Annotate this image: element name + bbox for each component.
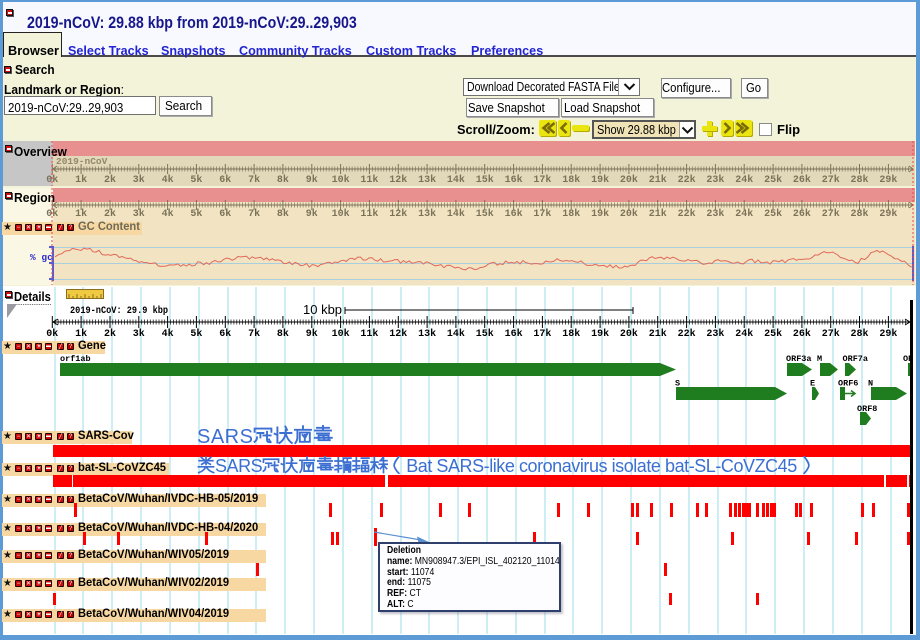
svg-text:3k: 3k <box>133 208 145 220</box>
svg-text:0k: 0k <box>46 328 58 340</box>
svg-text:29k: 29k <box>879 174 897 186</box>
svg-text:16k: 16k <box>505 328 523 340</box>
svg-text:21k: 21k <box>649 328 667 340</box>
svg-text:26k: 26k <box>793 174 811 186</box>
svg-text:29k: 29k <box>879 328 897 340</box>
svg-text:24k: 24k <box>735 208 753 220</box>
svg-text:26k: 26k <box>793 208 811 220</box>
svg-text:23k: 23k <box>706 174 724 186</box>
svg-text:28k: 28k <box>850 328 868 340</box>
svg-text:13k: 13k <box>418 208 436 220</box>
svg-text:29k: 29k <box>879 208 897 220</box>
svg-text:13k: 13k <box>418 174 436 186</box>
svg-text:24k: 24k <box>735 328 753 340</box>
svg-text:2k: 2k <box>104 174 116 186</box>
svg-text:7k: 7k <box>248 328 260 340</box>
svg-text:15k: 15k <box>476 174 494 186</box>
svg-text:9k: 9k <box>306 328 318 340</box>
svg-text:12k: 12k <box>389 174 407 186</box>
svg-text:17k: 17k <box>533 328 551 340</box>
svg-text:OR: OR <box>903 354 914 364</box>
svg-text:ORF7a: ORF7a <box>843 354 869 364</box>
svg-text:9k: 9k <box>306 208 318 220</box>
svg-text:9k: 9k <box>306 174 318 186</box>
svg-text:16k: 16k <box>505 174 523 186</box>
svg-text:5k: 5k <box>190 328 202 340</box>
svg-text:26k: 26k <box>793 328 811 340</box>
svg-text:3k: 3k <box>133 174 145 186</box>
svg-text:19k: 19k <box>591 208 609 220</box>
svg-text:8k: 8k <box>277 328 289 340</box>
svg-text:25k: 25k <box>764 328 782 340</box>
svg-text:18k: 18k <box>562 328 580 340</box>
svg-text:17k: 17k <box>533 208 551 220</box>
svg-text:17k: 17k <box>533 174 551 186</box>
svg-text:20k: 20k <box>620 328 638 340</box>
svg-text:10k: 10k <box>332 174 350 186</box>
svg-text:14k: 14k <box>447 174 465 186</box>
svg-text:1k: 1k <box>75 328 87 340</box>
svg-text:0k: 0k <box>46 174 58 186</box>
svg-text:4k: 4k <box>162 208 174 220</box>
svg-text:20k: 20k <box>620 208 638 220</box>
svg-text:25k: 25k <box>764 174 782 186</box>
svg-text:12k: 12k <box>389 208 407 220</box>
svg-text:19k: 19k <box>591 328 609 340</box>
svg-text:20k: 20k <box>620 174 638 186</box>
svg-text:10k: 10k <box>332 208 350 220</box>
svg-text:2k: 2k <box>104 328 116 340</box>
svg-text:ORF3a: ORF3a <box>786 354 812 364</box>
svg-text:18k: 18k <box>562 174 580 186</box>
svg-text:11k: 11k <box>360 328 378 340</box>
svg-text:25k: 25k <box>764 208 782 220</box>
svg-text:7k: 7k <box>248 174 260 186</box>
svg-text:16k: 16k <box>505 208 523 220</box>
svg-text:13k: 13k <box>418 328 436 340</box>
svg-text:2k: 2k <box>104 208 116 220</box>
svg-text:1k: 1k <box>75 208 87 220</box>
svg-text:27k: 27k <box>822 328 840 340</box>
svg-text:5k: 5k <box>190 174 202 186</box>
svg-text:6k: 6k <box>219 208 231 220</box>
svg-text:22k: 22k <box>678 208 696 220</box>
svg-text:14k: 14k <box>447 208 465 220</box>
svg-text:6k: 6k <box>219 174 231 186</box>
svg-text:14k: 14k <box>447 328 465 340</box>
svg-text:27k: 27k <box>822 174 840 186</box>
svg-text:15k: 15k <box>476 328 494 340</box>
svg-text:12k: 12k <box>389 328 407 340</box>
svg-text:28k: 28k <box>850 208 868 220</box>
svg-text:8k: 8k <box>277 174 289 186</box>
svg-text:27k: 27k <box>822 208 840 220</box>
svg-text:11k: 11k <box>360 208 378 220</box>
svg-text:4k: 4k <box>162 328 174 340</box>
svg-text:M: M <box>817 354 822 364</box>
svg-text:6k: 6k <box>219 328 231 340</box>
svg-text:5k: 5k <box>190 208 202 220</box>
svg-text:18k: 18k <box>562 208 580 220</box>
svg-text:15k: 15k <box>476 208 494 220</box>
svg-text:1k: 1k <box>75 174 87 186</box>
svg-text:orf1ab: orf1ab <box>60 354 91 364</box>
svg-text:11k: 11k <box>360 174 378 186</box>
svg-text:19k: 19k <box>591 174 609 186</box>
svg-text:24k: 24k <box>735 174 753 186</box>
svg-text:3k: 3k <box>133 328 145 340</box>
svg-text:22k: 22k <box>678 328 696 340</box>
svg-text:28k: 28k <box>850 174 868 186</box>
svg-text:21k: 21k <box>649 174 667 186</box>
svg-text:23k: 23k <box>706 208 724 220</box>
svg-text:10k: 10k <box>332 328 350 340</box>
svg-text:4k: 4k <box>162 174 174 186</box>
svg-text:22k: 22k <box>678 174 696 186</box>
svg-text:8k: 8k <box>277 208 289 220</box>
svg-text:23k: 23k <box>706 328 724 340</box>
svg-text:7k: 7k <box>248 208 260 220</box>
svg-text:21k: 21k <box>649 208 667 220</box>
